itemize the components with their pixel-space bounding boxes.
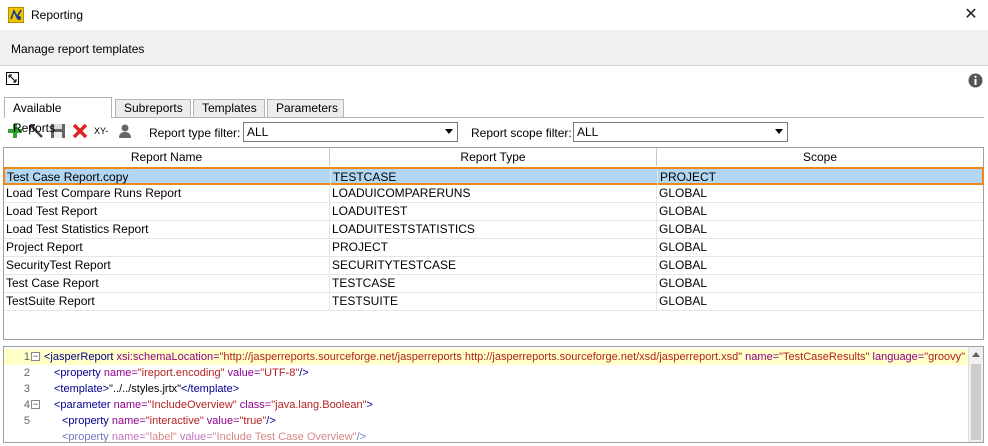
- fold-toggle-icon[interactable]: −: [31, 352, 40, 361]
- column-header-scope[interactable]: Scope: [657, 148, 983, 166]
- chevron-down-icon: [445, 129, 453, 134]
- tab-available-reports[interactable]: Available Reports: [4, 97, 112, 135]
- cell-report-type: LOADUICOMPARERUNS: [330, 185, 657, 202]
- title-bar: Reporting ✕: [0, 0, 988, 30]
- tab-divider: [4, 117, 984, 118]
- scrollbar-thumb[interactable]: [971, 364, 981, 440]
- fold-toggle-icon[interactable]: −: [31, 400, 40, 409]
- window-title: Reporting: [31, 8, 84, 22]
- cell-scope: GLOBAL: [659, 258, 708, 272]
- cell-scope: GLOBAL: [659, 276, 708, 290]
- chevron-down-icon: [775, 129, 783, 134]
- tab-parameters[interactable]: Parameters: [267, 99, 344, 117]
- xml-editor[interactable]: 1 − <jasperReport xsi:schemaLocation="ht…: [3, 346, 984, 443]
- scope-filter-select[interactable]: ALL: [573, 122, 788, 142]
- cell-scope: GLOBAL: [659, 222, 708, 236]
- table-row[interactable]: Project Report PROJECT GLOBAL: [4, 239, 983, 257]
- cell-report-name: SecurityTest Report: [4, 257, 330, 274]
- header-banner: Manage report templates: [0, 30, 988, 66]
- cell-report-name: TestSuite Report: [4, 293, 330, 310]
- editor-scrollbar[interactable]: [968, 347, 983, 442]
- code-line: 5 <property name="interactive" value="tr…: [23, 415, 276, 427]
- scope-filter-label: Report scope filter:: [471, 126, 572, 140]
- type-filter-select[interactable]: ALL: [243, 122, 458, 142]
- code-line: 2 <property name="ireport.encoding" valu…: [23, 367, 309, 379]
- table-row[interactable]: Load Test Compare Runs Report LOADUICOMPA…: [4, 185, 983, 203]
- scroll-up-icon[interactable]: [972, 352, 980, 357]
- cell-report-name: Test Case Report.copy: [5, 169, 331, 186]
- column-header-report-type[interactable]: Report Type: [330, 148, 657, 166]
- reports-table: Report Name Report Type Scope Test Case …: [3, 147, 984, 340]
- table-row[interactable]: TestSuite Report TESTSUITE GLOBAL: [4, 293, 983, 311]
- cell-report-type: TESTCASE: [330, 275, 657, 292]
- table-row[interactable]: Test Case Report TESTCASE GLOBAL: [4, 275, 983, 293]
- table-row[interactable]: Load Test Statistics Report LOADUITESTSTA…: [4, 221, 983, 239]
- cell-report-type: PROJECT: [330, 239, 657, 256]
- app-icon: [7, 6, 25, 24]
- code-line: 1 − <jasperReport xsi:schemaLocation="ht…: [4, 349, 970, 365]
- code-line: 4 − <parameter name="IncludeOverview" cl…: [23, 399, 373, 411]
- banner-title: Manage report templates: [11, 42, 145, 56]
- maximize-icon[interactable]: [6, 72, 19, 85]
- cell-scope: GLOBAL: [659, 204, 708, 218]
- info-icon[interactable]: [968, 73, 983, 88]
- cell-report-name: Project Report: [4, 239, 330, 256]
- reporting-window: Reporting ✕ Manage report templates Avai…: [0, 0, 988, 446]
- column-header-report-name[interactable]: Report Name: [4, 148, 330, 166]
- table-row[interactable]: Test Case Report.copy TESTCASE PROJECT: [3, 167, 984, 186]
- delete-icon[interactable]: [71, 122, 89, 140]
- cell-report-type: TESTSUITE: [330, 293, 657, 310]
- cell-report-name: Load Test Report: [4, 203, 330, 220]
- cell-report-type: LOADUITESTSTATISTICS: [330, 221, 657, 238]
- cell-report-type: TESTCASE: [331, 169, 658, 186]
- table-header: Report Name Report Type Scope: [4, 148, 983, 166]
- code-line: <property name="label" value="Include Te…: [62, 431, 367, 443]
- cell-report-name: Test Case Report: [4, 275, 330, 292]
- code-line: 3 <template>"../../styles.jrtx"</templat…: [23, 383, 240, 395]
- tab-subreports[interactable]: Subreports: [115, 99, 191, 117]
- xy-chart-button[interactable]: XY-: [94, 122, 114, 140]
- table-row[interactable]: SecurityTest Report SECURITYTESTCASE GLOBA…: [4, 257, 983, 275]
- cell-report-name: Load Test Statistics Report: [4, 221, 330, 238]
- cell-report-name: Load Test Compare Runs Report: [4, 185, 330, 202]
- type-filter-value: ALL: [247, 125, 269, 139]
- cell-scope: GLOBAL: [659, 186, 708, 200]
- cell-report-type: SECURITYTESTCASE: [330, 257, 657, 274]
- type-filter-label: Report type filter:: [149, 126, 241, 140]
- cell-scope: GLOBAL: [659, 294, 708, 308]
- cell-scope: GLOBAL: [659, 240, 708, 254]
- cell-scope: PROJECT: [660, 170, 717, 184]
- cell-report-type: LOADUITEST: [330, 203, 657, 220]
- tab-templates[interactable]: Templates: [193, 99, 265, 117]
- close-icon[interactable]: ✕: [960, 4, 982, 26]
- user-icon[interactable]: [116, 122, 134, 140]
- table-row[interactable]: Load Test Report LOADUITEST GLOBAL: [4, 203, 983, 221]
- scope-filter-value: ALL: [577, 125, 599, 139]
